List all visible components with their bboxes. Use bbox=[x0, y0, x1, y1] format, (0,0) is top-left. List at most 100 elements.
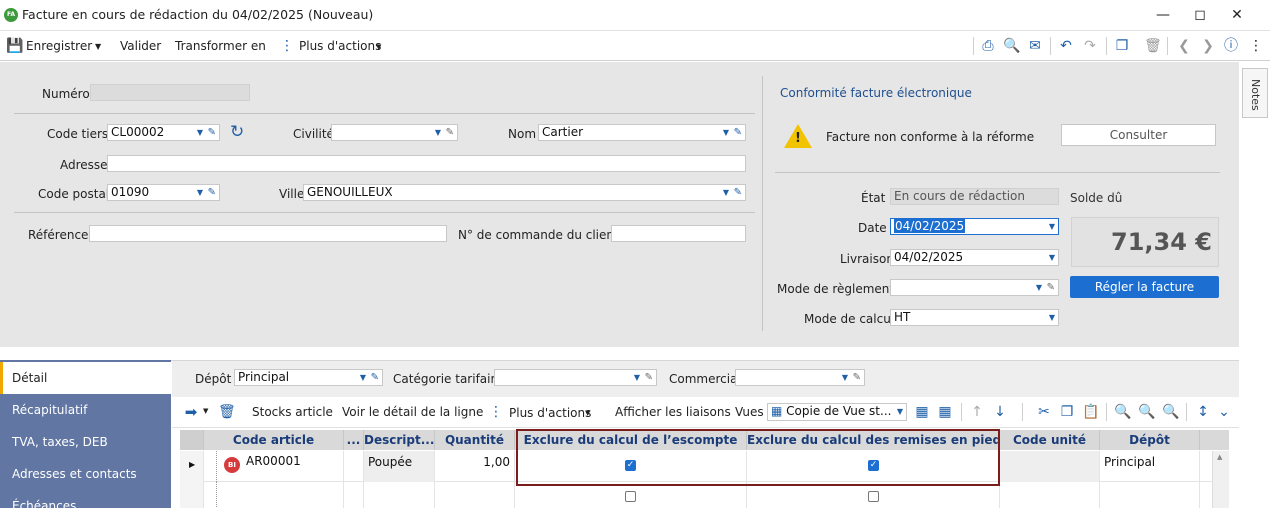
grid-layout-icon[interactable]: ▦ bbox=[914, 404, 930, 420]
cell-more[interactable] bbox=[344, 482, 364, 508]
chevron-down-icon[interactable]: ▼ bbox=[634, 370, 640, 385]
cell-code-article[interactable] bbox=[204, 482, 344, 508]
cut-icon[interactable]: ✂ bbox=[1036, 404, 1052, 420]
maximize-icon[interactable]: ◻ bbox=[1185, 4, 1215, 26]
transform-button[interactable]: Transformer en bbox=[175, 39, 266, 53]
grid-settings-icon[interactable]: ▦ bbox=[937, 404, 953, 420]
reference-field[interactable] bbox=[89, 225, 447, 242]
cell-description[interactable]: Poupée bbox=[364, 451, 435, 482]
civilite-field[interactable]: ▼ ✎ bbox=[331, 124, 458, 141]
insert-dropdown-icon[interactable]: ▼ bbox=[203, 407, 208, 415]
kebab-menu-icon[interactable]: ⋮ bbox=[1248, 38, 1264, 54]
cell-code-unite[interactable] bbox=[1000, 482, 1100, 508]
mode-calcul-field[interactable]: HT ▼ bbox=[890, 309, 1059, 326]
line-detail-button[interactable]: Voir le détail de la ligne bbox=[342, 405, 483, 419]
sidebar-item-tva[interactable]: TVA, taxes, DEB bbox=[0, 426, 171, 458]
cell-depot[interactable]: Principal bbox=[1100, 451, 1200, 482]
cell-quantite[interactable]: 1,00 bbox=[435, 451, 515, 482]
edit-pencil-icon[interactable]: ✎ bbox=[1047, 280, 1055, 295]
column-header-code-article[interactable]: Code article bbox=[204, 430, 344, 450]
refresh-icon[interactable]: ↻ bbox=[230, 123, 244, 141]
column-header-depot[interactable]: Dépôt bbox=[1100, 430, 1200, 450]
sidebar-item-recapitulatif[interactable]: Récapitulatif bbox=[0, 394, 171, 426]
search-icon[interactable]: 🔍 bbox=[1114, 404, 1131, 420]
cell-depot[interactable] bbox=[1100, 482, 1200, 508]
adresse-field[interactable] bbox=[107, 155, 746, 172]
column-header-code-unite[interactable]: Code unité bbox=[1000, 430, 1100, 450]
move-up-icon[interactable]: ↑ bbox=[969, 404, 985, 420]
move-down-icon[interactable]: ↓ bbox=[992, 404, 1008, 420]
row-indicator[interactable] bbox=[180, 482, 204, 508]
consult-button[interactable]: Consulter bbox=[1061, 124, 1216, 146]
chevron-down-icon[interactable]: ▼ bbox=[723, 185, 729, 200]
pay-invoice-button[interactable]: Régler la facture bbox=[1070, 276, 1219, 298]
scroll-up-icon[interactable]: ▲ bbox=[1217, 453, 1222, 461]
edit-pencil-icon[interactable]: ✎ bbox=[734, 125, 742, 140]
edit-pencil-icon[interactable]: ✎ bbox=[734, 185, 742, 200]
grid-more-actions-button[interactable]: Plus d'actions bbox=[509, 406, 591, 420]
ville-field[interactable]: GENOUILLEUX ▼ ✎ bbox=[303, 184, 746, 201]
code-tiers-field[interactable]: CL00002 ▼ ✎ bbox=[107, 124, 220, 141]
chevron-down-icon[interactable]: ▼ bbox=[1049, 310, 1055, 325]
search-previous-icon[interactable]: 🔍 bbox=[1138, 404, 1155, 420]
sidebar-item-adresses[interactable]: Adresses et contacts bbox=[0, 458, 171, 490]
categorie-field[interactable]: ▼ ✎ bbox=[494, 369, 657, 386]
chevron-down-icon[interactable]: ▼ bbox=[360, 370, 366, 385]
email-icon[interactable]: ✉ bbox=[1027, 38, 1043, 54]
chevron-down-icon[interactable]: ▼ bbox=[897, 404, 903, 419]
previous-icon[interactable]: ❮ bbox=[1176, 38, 1192, 54]
save-icon[interactable]: 💾 bbox=[6, 38, 23, 54]
depot-field[interactable]: Principal ▼ ✎ bbox=[234, 369, 383, 386]
column-header-description[interactable]: Descript... bbox=[364, 430, 435, 450]
date-field[interactable]: 04/02/2025 ▼ bbox=[890, 218, 1059, 235]
minimize-icon[interactable]: — bbox=[1148, 4, 1178, 26]
close-icon[interactable]: ✕ bbox=[1222, 4, 1252, 26]
chevron-down-icon[interactable]: ▼ bbox=[1049, 250, 1055, 265]
chevron-down-icon[interactable]: ▼ bbox=[197, 185, 203, 200]
mode-reglement-field[interactable]: ▼ ✎ bbox=[890, 279, 1059, 296]
expand-icon[interactable]: ↕ bbox=[1195, 404, 1211, 420]
edit-pencil-icon[interactable]: ✎ bbox=[371, 370, 379, 385]
chevron-down-icon[interactable]: ▼ bbox=[723, 125, 729, 140]
edit-pencil-icon[interactable]: ✎ bbox=[853, 370, 861, 385]
edit-pencil-icon[interactable]: ✎ bbox=[446, 125, 454, 140]
print-preview-icon[interactable]: 🔍 bbox=[1003, 38, 1020, 54]
sidebar-item-detail[interactable]: Détail bbox=[0, 362, 171, 394]
show-links-button[interactable]: Afficher les liaisons bbox=[615, 405, 731, 419]
validate-button[interactable]: Valider bbox=[120, 39, 161, 53]
chevron-down-icon[interactable]: ▼ bbox=[1049, 219, 1055, 234]
duplicate-icon[interactable]: ❐ bbox=[1114, 38, 1130, 54]
search-next-icon[interactable]: 🔍 bbox=[1162, 404, 1179, 420]
save-dropdown-icon[interactable]: ▼ bbox=[95, 42, 101, 51]
edit-pencil-icon[interactable]: ✎ bbox=[208, 185, 216, 200]
row-selected-indicator-icon[interactable]: ▶ bbox=[180, 451, 204, 482]
chevron-down-icon[interactable]: ⌄ bbox=[1216, 404, 1232, 420]
edit-pencil-icon[interactable]: ✎ bbox=[208, 125, 216, 140]
delete-icon[interactable]: 🗑 bbox=[1144, 38, 1162, 54]
paste-icon[interactable]: 📋 bbox=[1082, 404, 1099, 420]
next-icon[interactable]: ❯ bbox=[1200, 38, 1216, 54]
cell-quantite[interactable] bbox=[435, 482, 515, 508]
exclure-remises-checkbox[interactable] bbox=[868, 491, 879, 502]
cell-code-article[interactable]: BI AR00001 bbox=[204, 451, 344, 482]
chevron-down-icon[interactable]: ▼ bbox=[197, 125, 203, 140]
chevron-down-icon[interactable]: ▼ bbox=[842, 370, 848, 385]
exclure-escompte-checkbox[interactable] bbox=[625, 491, 636, 502]
view-selector[interactable]: ▦ Copie de Vue st... ▼ bbox=[767, 403, 907, 421]
more-actions-button[interactable]: Plus d'actions bbox=[299, 39, 381, 53]
cell-code-unite[interactable] bbox=[1000, 451, 1100, 482]
vertical-scrollbar[interactable]: ▲ bbox=[1212, 451, 1229, 508]
redo-icon[interactable]: ↷ bbox=[1082, 38, 1098, 54]
chevron-down-icon[interactable]: ▼ bbox=[435, 125, 441, 140]
insert-arrow-icon[interactable]: ➡ bbox=[183, 404, 199, 420]
print-icon[interactable]: ⎙ bbox=[980, 38, 996, 54]
commande-field[interactable] bbox=[611, 225, 746, 242]
help-icon[interactable]: ⓘ bbox=[1223, 38, 1239, 54]
sidebar-item-echeances[interactable]: Échéances bbox=[0, 490, 171, 508]
edit-pencil-icon[interactable]: ✎ bbox=[645, 370, 653, 385]
notes-tab[interactable]: Notes bbox=[1242, 68, 1268, 118]
nom-field[interactable]: Cartier ▼ ✎ bbox=[538, 124, 746, 141]
copy-icon[interactable]: ❐ bbox=[1059, 404, 1075, 420]
trash-icon[interactable]: 🗑 bbox=[218, 404, 236, 420]
code-postal-field[interactable]: 01090 ▼ ✎ bbox=[107, 184, 220, 201]
